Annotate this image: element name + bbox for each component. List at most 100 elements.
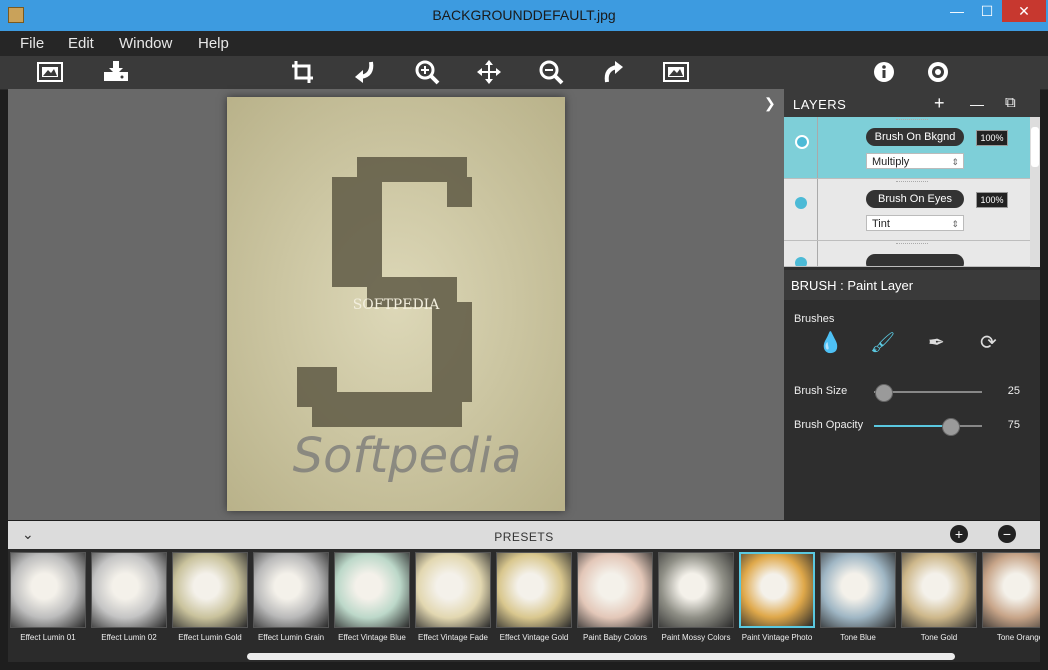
preset-label: Paint Baby Colors [582, 633, 648, 642]
preset-item[interactable]: Paint Baby Colors [577, 552, 653, 642]
zoom-in-icon[interactable] [413, 59, 441, 85]
preset-item[interactable]: Tone Blue [820, 552, 896, 642]
preset-thumbnail[interactable] [253, 552, 329, 628]
preset-thumbnail[interactable] [577, 552, 653, 628]
preset-item[interactable]: Tone Gold [901, 552, 977, 642]
crop-icon[interactable] [289, 59, 317, 85]
brush-opacity-knob[interactable] [941, 418, 960, 436]
preset-item[interactable]: Effect Vintage Blue [334, 552, 410, 642]
preset-item[interactable]: Paint Mossy Colors [658, 552, 734, 642]
preset-label: Tone Blue [840, 633, 876, 642]
duplicate-layer-icon[interactable]: ⧉ [1005, 94, 1016, 111]
save-icon[interactable] [102, 59, 130, 85]
close-button[interactable]: ✕ [1002, 0, 1046, 22]
layers-scrollbar[interactable] [1030, 117, 1040, 267]
preset-item[interactable]: Effect Lumin 02 [91, 552, 167, 642]
add-preset-icon[interactable]: + [950, 525, 968, 543]
presets-title: PRESETS [494, 530, 554, 544]
compare-image-icon[interactable] [662, 59, 690, 85]
preset-item[interactable]: Effect Lumin Grain [253, 552, 329, 642]
presets-scrollbar[interactable] [247, 653, 955, 660]
minimize-button[interactable]: — [942, 0, 972, 22]
preset-item[interactable]: Effect Lumin Gold [172, 552, 248, 642]
undo-icon[interactable] [351, 59, 379, 85]
chevron-right-icon[interactable]: ❯ [764, 95, 776, 112]
menu-file[interactable]: File [20, 35, 44, 52]
preset-thumbnail[interactable] [172, 552, 248, 628]
brush-paint-icon[interactable]: 🖌 [870, 330, 895, 355]
open-image-icon[interactable] [36, 59, 64, 85]
move-icon[interactable] [475, 59, 503, 85]
preset-item[interactable]: Tone Orange [982, 552, 1040, 642]
presets-header: ⌄ PRESETS + − [8, 521, 1040, 549]
info-icon[interactable] [870, 59, 898, 85]
layer-visibility-icon[interactable] [795, 135, 809, 149]
layers-title: LAYERS [793, 97, 847, 112]
preset-item[interactable]: Effect Vintage Gold [496, 552, 572, 642]
remove-preset-icon[interactable]: − [998, 525, 1016, 543]
brush-size-label: Brush Size [794, 385, 848, 397]
preset-thumbnail[interactable] [91, 552, 167, 628]
preset-label: Effect Vintage Fade [418, 633, 488, 642]
brush-size-value: 25 [1007, 385, 1020, 397]
redo-icon[interactable] [599, 59, 627, 85]
brush-header: BRUSH : Paint Layer [784, 270, 1040, 300]
brush-reset-icon[interactable]: ⟳ [980, 330, 997, 355]
brush-size-slider[interactable]: Brush Size 25 [784, 381, 1040, 402]
drag-handle[interactable] [896, 119, 928, 120]
preset-thumbnail[interactable] [982, 552, 1040, 628]
preset-thumbnail[interactable] [658, 552, 734, 628]
layer-visibility-icon[interactable] [795, 257, 807, 266]
brush-opacity-value: 75 [1007, 419, 1020, 431]
menu-edit[interactable]: Edit [68, 35, 94, 52]
drag-handle[interactable] [896, 181, 928, 182]
preset-item[interactable]: Paint Vintage Photo [739, 552, 815, 642]
brush-opacity-slider[interactable]: Brush Opacity 75 [784, 415, 1040, 436]
signature-text: Softpedia [293, 428, 522, 484]
layer-name[interactable]: Brush On Bkgnd [866, 128, 964, 146]
brush-size-knob[interactable] [874, 384, 893, 402]
settings-icon[interactable] [924, 59, 952, 85]
preset-label: Effect Lumin 02 [101, 633, 157, 642]
remove-layer-icon[interactable]: — [970, 96, 984, 112]
blend-mode-select[interactable]: Tint [866, 215, 964, 232]
preset-label: Effect Lumin Grain [257, 633, 325, 642]
layer-name[interactable]: Brush On Eyes [866, 190, 964, 208]
preset-label: Effect Vintage Gold [499, 633, 569, 642]
preset-label: Effect Vintage Blue [338, 633, 406, 642]
preset-item[interactable]: Effect Lumin 01 [10, 552, 86, 642]
brushes-label: Brushes [794, 313, 835, 325]
maximize-button[interactable]: ☐ [972, 0, 1002, 22]
preset-label: Tone Gold [920, 633, 958, 642]
brush-dropper-icon[interactable]: 💧 [818, 330, 843, 355]
layer-item[interactable]: Brush On Eyes 100% Tint [784, 179, 1030, 241]
zoom-out-icon[interactable] [537, 59, 565, 85]
preset-thumbnail[interactable] [901, 552, 977, 628]
preset-thumbnail[interactable] [334, 552, 410, 628]
brush-opacity-label: Brush Opacity [794, 419, 864, 431]
preset-label: Effect Lumin Gold [178, 633, 242, 642]
add-layer-icon[interactable]: + [934, 93, 945, 114]
preset-thumbnail[interactable] [415, 552, 491, 628]
preset-thumbnail[interactable] [739, 552, 815, 628]
layer-opacity[interactable]: 100% [976, 192, 1008, 208]
preset-label: Effect Lumin 01 [20, 633, 76, 642]
brush-eyedropper-icon[interactable]: ✒ [928, 330, 945, 355]
preset-item[interactable]: Effect Vintage Fade [415, 552, 491, 642]
menu-window[interactable]: Window [119, 35, 172, 52]
menu-help[interactable]: Help [198, 35, 229, 52]
menu-bar: File Edit Window Help [0, 31, 1048, 56]
layer-item[interactable]: Brush On Bkgnd 100% Multiply [784, 117, 1030, 179]
layers-header: LAYERS + — ⧉ [784, 89, 1040, 117]
preset-label: Paint Vintage Photo [741, 633, 813, 642]
toolbar [0, 56, 1048, 90]
presets-strip: Effect Lumin 01 Effect Lumin 02 Effect Lum… [8, 549, 1040, 662]
layer-visibility-icon[interactable] [795, 197, 807, 209]
layer-opacity[interactable]: 100% [976, 130, 1008, 146]
preset-thumbnail[interactable] [496, 552, 572, 628]
blend-mode-select[interactable]: Multiply [866, 153, 964, 170]
preset-thumbnail[interactable] [820, 552, 896, 628]
image-preview[interactable]: SOFTPEDIA Softpedia [227, 97, 565, 511]
preset-thumbnail[interactable] [10, 552, 86, 628]
layer-item-partial[interactable] [784, 241, 1030, 267]
